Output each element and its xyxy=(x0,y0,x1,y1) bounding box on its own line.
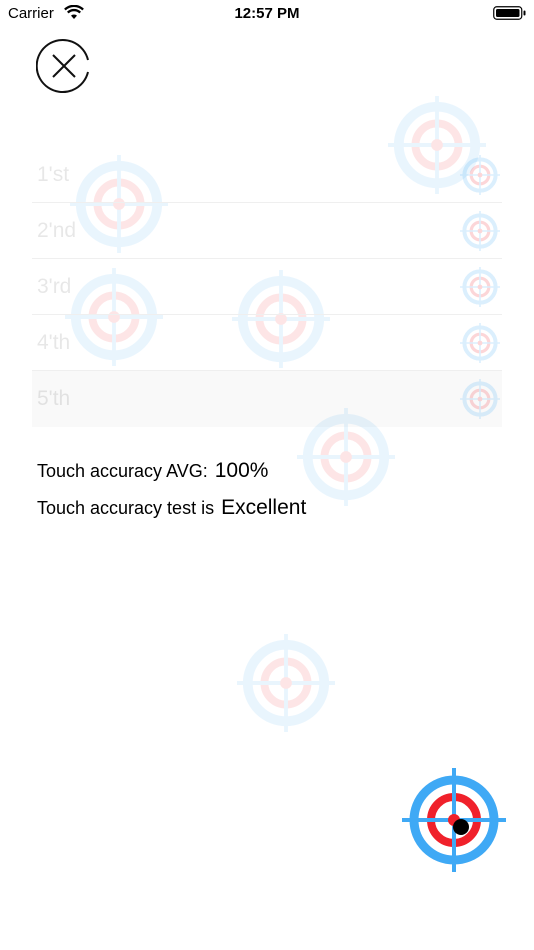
target-icon xyxy=(460,267,500,307)
result-row: 1'st xyxy=(32,147,502,203)
target-icon xyxy=(460,323,500,363)
battery-icon xyxy=(493,6,526,20)
accuracy-rating: Touch accuracy test is Excellent xyxy=(37,496,306,520)
accuracy-average-label: Touch accuracy AVG: xyxy=(37,461,208,481)
touch-target[interactable] xyxy=(402,768,506,872)
target-icon xyxy=(402,768,506,872)
result-label: 5'th xyxy=(37,387,71,410)
result-row: 4'th xyxy=(32,315,502,371)
results-list: 1'st 2'nd 3'rd 4'th 5'th xyxy=(32,147,502,427)
accuracy-rating-value: Excellent xyxy=(221,496,307,519)
target-icon xyxy=(460,211,500,251)
status-time: 12:57 PM xyxy=(234,5,300,22)
status-bar: Carrier 12:57 PM xyxy=(0,0,534,28)
result-label: 1'st xyxy=(37,163,70,186)
close-icon xyxy=(36,39,89,93)
accuracy-rating-label: Touch accuracy test is xyxy=(37,498,215,518)
result-row: 5'th xyxy=(32,371,502,427)
accuracy-average: Touch accuracy AVG: 100% xyxy=(37,459,268,483)
result-label: 3'rd xyxy=(37,275,72,298)
result-label: 2'nd xyxy=(37,219,77,242)
result-row: 2'nd xyxy=(32,203,502,259)
target-icon xyxy=(460,379,500,419)
accuracy-average-value: 100% xyxy=(214,459,269,482)
target-icon xyxy=(460,155,500,195)
close-button[interactable] xyxy=(36,38,92,94)
touch-point xyxy=(453,819,469,835)
result-label: 4'th xyxy=(37,331,71,354)
background-target-icon xyxy=(237,634,335,732)
result-row: 3'rd xyxy=(32,259,502,315)
